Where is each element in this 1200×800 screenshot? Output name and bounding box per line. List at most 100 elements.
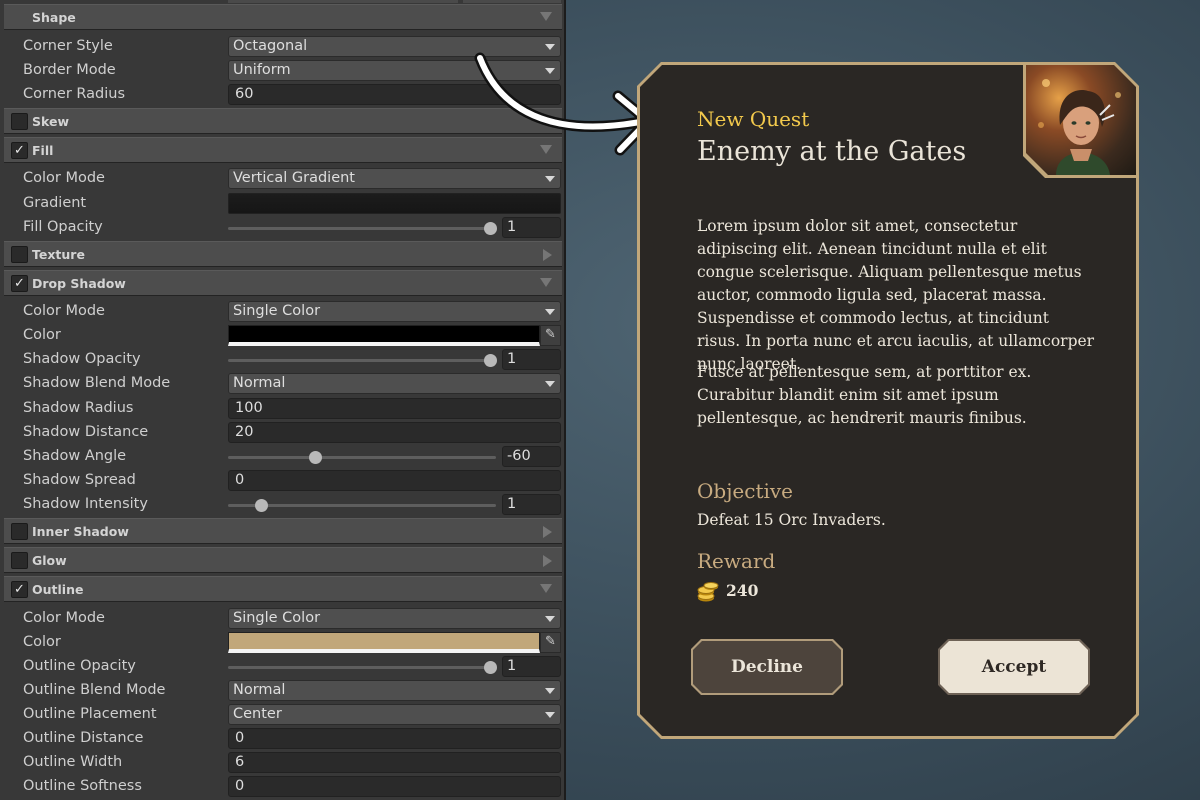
skew-checkbox[interactable] — [11, 113, 28, 130]
row-fill-color-mode: Color Mode Vertical Gradient — [0, 167, 564, 191]
coin-stack-icon — [697, 582, 719, 602]
field-value: 1 — [507, 658, 517, 674]
field-label: Corner Radius — [23, 86, 126, 102]
character-portrait — [1026, 65, 1136, 175]
slider-knob[interactable] — [309, 451, 323, 464]
field-value: 100 — [235, 400, 263, 416]
portrait-frame — [1023, 62, 1139, 178]
dropdown-value: Center — [233, 706, 282, 722]
shadow-angle-slider[interactable] — [228, 456, 496, 459]
row-shadow-intensity: Shadow Intensity 1 — [0, 493, 564, 517]
outline-color-swatch[interactable] — [228, 632, 540, 653]
dropdown-value: Vertical Gradient — [233, 170, 355, 186]
slider-knob[interactable] — [484, 661, 497, 674]
row-shadow-blend: Shadow Blend Mode Normal — [0, 372, 564, 396]
inner-shadow-checkbox[interactable] — [11, 523, 28, 540]
eyedropper-icon[interactable]: ✎ — [540, 632, 561, 653]
row-outline-color: Color ✎ — [0, 631, 564, 655]
outline-color-mode-dropdown[interactable]: Single Color — [228, 608, 561, 629]
slider-knob[interactable] — [484, 222, 497, 235]
fill-checkbox[interactable]: ✓ — [11, 142, 28, 159]
shadow-distance-field[interactable]: 20 — [228, 422, 561, 443]
card-subtitle: New Quest — [697, 107, 810, 131]
shadow-spread-field[interactable]: 0 — [228, 470, 561, 491]
expand-arrow-icon[interactable] — [543, 555, 552, 567]
field-label: Outline Blend Mode — [23, 682, 166, 698]
shadow-opacity-field[interactable]: 1 — [502, 349, 561, 370]
collapse-arrow-icon[interactable] — [540, 12, 552, 21]
outline-opacity-slider[interactable] — [228, 666, 496, 669]
field-label: Shadow Blend Mode — [23, 375, 171, 391]
shadow-blend-dropdown[interactable]: Normal — [228, 373, 561, 394]
dropdown-value: Single Color — [233, 610, 321, 626]
accept-button[interactable]: Accept — [938, 639, 1090, 695]
decline-button-label: Decline — [693, 641, 841, 693]
row-shadow-radius: Shadow Radius 100 — [0, 397, 564, 421]
field-label: Color — [23, 634, 61, 650]
field-value: 0 — [235, 472, 245, 488]
row-outline-blend: Outline Blend Mode Normal — [0, 679, 564, 703]
field-label: Outline Distance — [23, 730, 144, 746]
objective-heading: Objective — [697, 479, 794, 503]
section-outline[interactable]: ✓ Outline — [4, 576, 562, 602]
quest-card: New Quest Enemy at the Gates Lorem ipsum… — [637, 62, 1139, 739]
decline-button[interactable]: Decline — [691, 639, 843, 695]
field-label: Color — [23, 327, 61, 343]
collapse-arrow-icon[interactable] — [540, 278, 552, 287]
dropdown-value: Octagonal — [233, 38, 308, 54]
outline-checkbox[interactable]: ✓ — [11, 581, 28, 598]
fill-color-mode-dropdown[interactable]: Vertical Gradient — [228, 168, 561, 189]
collapse-arrow-icon[interactable] — [540, 584, 552, 593]
outline-blend-dropdown[interactable]: Normal — [228, 680, 561, 701]
dropdown-arrow-icon — [545, 309, 555, 315]
dropdown-value: Single Color — [233, 303, 321, 319]
fill-opacity-field[interactable]: 1 — [502, 217, 561, 238]
row-outline-opacity: Outline Opacity 1 — [0, 655, 564, 679]
row-shadow-spread: Shadow Spread 0 — [0, 469, 564, 493]
shadow-color-mode-dropdown[interactable]: Single Color — [228, 301, 561, 322]
field-value: 0 — [235, 778, 245, 794]
section-texture[interactable]: Texture — [4, 241, 562, 267]
eyedropper-icon[interactable]: ✎ — [540, 325, 561, 346]
drop-shadow-checkbox[interactable]: ✓ — [11, 275, 28, 292]
glow-checkbox[interactable] — [11, 552, 28, 569]
section-title: Texture — [32, 247, 85, 262]
outline-placement-dropdown[interactable]: Center — [228, 704, 561, 725]
field-label: Color Mode — [23, 610, 105, 626]
outline-distance-field[interactable]: 0 — [228, 728, 561, 749]
field-value: 1 — [507, 219, 517, 235]
quest-description: Lorem ipsum dolor sit amet, consectetur … — [697, 217, 1095, 373]
field-value: 60 — [235, 86, 254, 102]
row-outline-color-mode: Color Mode Single Color — [0, 607, 564, 631]
fill-opacity-slider[interactable] — [228, 227, 496, 230]
field-value: 20 — [235, 424, 254, 440]
card-title: Enemy at the Gates — [697, 136, 967, 167]
shadow-opacity-slider[interactable] — [228, 359, 496, 362]
expand-arrow-icon[interactable] — [543, 249, 552, 261]
texture-checkbox[interactable] — [11, 246, 28, 263]
row-shadow-color-mode: Color Mode Single Color — [0, 300, 564, 324]
row-outline-width: Outline Width 6 — [0, 751, 564, 775]
section-shape[interactable]: Shape — [4, 4, 562, 30]
shadow-radius-field[interactable]: 100 — [228, 398, 561, 419]
section-drop-shadow[interactable]: ✓ Drop Shadow — [4, 270, 562, 296]
slider-knob[interactable] — [254, 499, 268, 512]
field-label: Outline Placement — [23, 706, 157, 722]
field-label: Border Mode — [23, 62, 116, 78]
shadow-intensity-field[interactable]: 1 — [502, 494, 561, 515]
dropdown-arrow-icon — [545, 616, 555, 622]
shadow-angle-field[interactable]: -60 — [502, 446, 561, 467]
section-glow[interactable]: Glow — [4, 547, 562, 573]
outline-softness-field[interactable]: 0 — [228, 776, 561, 797]
shadow-color-swatch[interactable] — [228, 325, 540, 346]
slider-knob[interactable] — [484, 354, 497, 367]
section-inner-shadow[interactable]: Inner Shadow — [4, 518, 562, 544]
shadow-intensity-slider[interactable] — [228, 504, 496, 507]
row-outline-placement: Outline Placement Center — [0, 703, 564, 727]
gradient-field[interactable] — [228, 193, 561, 214]
section-title: Fill — [32, 143, 54, 158]
expand-arrow-icon[interactable] — [543, 526, 552, 538]
outline-opacity-field[interactable]: 1 — [502, 656, 561, 677]
outline-width-field[interactable]: 6 — [228, 752, 561, 773]
field-label: Shadow Intensity — [23, 496, 148, 512]
